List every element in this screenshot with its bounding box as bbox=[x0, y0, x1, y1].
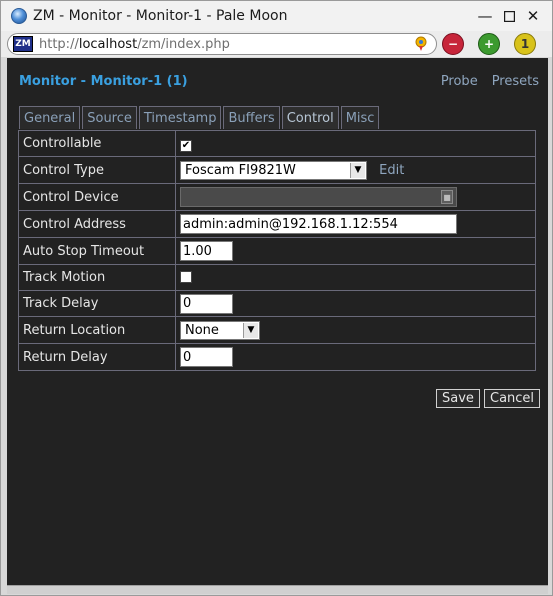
geolocation-icon[interactable] bbox=[412, 35, 430, 53]
auto-stop-timeout-input[interactable]: 1.00 bbox=[180, 241, 233, 261]
form-buttons: Save Cancel bbox=[7, 389, 548, 409]
row-control-type: Control Type Foscam FI9821W ▼ Edit bbox=[18, 156, 536, 184]
control-settings-table: Controllable ✔ Control Type Foscam FI982… bbox=[18, 130, 536, 371]
return-delay-cell: 0 bbox=[175, 343, 536, 371]
controllable-cell: ✔ bbox=[175, 130, 536, 157]
track-motion-checkbox[interactable] bbox=[180, 270, 192, 283]
control-type-cell: Foscam FI9821W ▼ Edit bbox=[175, 156, 536, 184]
auto-stop-timeout-label: Auto Stop Timeout bbox=[18, 237, 176, 265]
control-device-label: Control Device bbox=[18, 183, 176, 211]
tab-control[interactable]: Control bbox=[281, 106, 339, 129]
control-address-input[interactable]: admin:admin@192.168.1.12:554 bbox=[180, 214, 457, 234]
close-icon[interactable]: ✕ bbox=[522, 5, 544, 27]
title-bar: ZM - Monitor - Monitor-1 - Pale Moon — ✕ bbox=[1, 1, 552, 31]
url-text[interactable]: http://localhost/zm/index.php bbox=[39, 37, 412, 52]
row-controllable: Controllable ✔ bbox=[18, 130, 536, 157]
tab-misc[interactable]: Misc bbox=[340, 106, 380, 129]
row-control-device: Control Device ■ bbox=[18, 183, 536, 211]
return-location-label: Return Location bbox=[18, 316, 176, 344]
track-motion-label: Track Motion bbox=[18, 264, 176, 291]
tab-general[interactable]: General bbox=[19, 106, 81, 129]
tab-timestamp[interactable]: Timestamp bbox=[138, 106, 222, 129]
header-links: Probe Presets bbox=[441, 74, 539, 89]
tab-buffers[interactable]: Buffers bbox=[223, 106, 280, 129]
pale-moon-app-icon bbox=[11, 8, 27, 24]
tab-source[interactable]: Source bbox=[82, 106, 137, 129]
track-delay-label: Track Delay bbox=[18, 290, 176, 317]
chevron-down-icon: ▼ bbox=[243, 322, 258, 338]
zoom-out-icon[interactable]: − bbox=[442, 33, 464, 55]
presets-link[interactable]: Presets bbox=[492, 74, 539, 89]
status-bar bbox=[7, 585, 548, 594]
control-type-select[interactable]: Foscam FI9821W ▼ bbox=[180, 160, 367, 180]
row-track-delay: Track Delay 0 bbox=[18, 290, 536, 317]
site-favicon: ZM bbox=[13, 36, 33, 52]
row-control-address: Control Address admin:admin@192.168.1.12… bbox=[18, 210, 536, 238]
control-device-input[interactable]: ■ bbox=[180, 187, 457, 207]
row-track-motion: Track Motion bbox=[18, 264, 536, 291]
maximize-icon[interactable] bbox=[498, 5, 520, 27]
return-location-cell: None ▼ bbox=[175, 316, 536, 344]
minimize-icon[interactable]: — bbox=[474, 5, 496, 27]
cancel-button[interactable]: Cancel bbox=[484, 389, 541, 408]
save-button[interactable]: Save bbox=[436, 389, 480, 408]
chevron-down-icon: ▼ bbox=[350, 162, 365, 178]
track-delay-input[interactable]: 0 bbox=[180, 293, 233, 314]
control-type-value: Foscam FI9821W bbox=[185, 162, 296, 178]
navigation-toolbar: ZM http://localhost/zm/index.php − + 1 bbox=[1, 31, 552, 57]
controllable-checkbox[interactable]: ✔ bbox=[180, 140, 192, 152]
page-title: Monitor - Monitor-1 (1) bbox=[19, 74, 188, 89]
return-location-value: None bbox=[185, 322, 219, 338]
row-return-delay: Return Delay 0 bbox=[18, 343, 536, 371]
zoom-in-icon[interactable]: + bbox=[478, 33, 500, 55]
url-bar[interactable]: ZM http://localhost/zm/index.php bbox=[7, 33, 437, 55]
control-type-label: Control Type bbox=[18, 156, 176, 184]
controllable-label: Controllable bbox=[18, 130, 176, 157]
row-return-location: Return Location None ▼ bbox=[18, 316, 536, 344]
return-location-select[interactable]: None ▼ bbox=[180, 320, 260, 340]
contact-picker-icon: ■ bbox=[441, 190, 453, 204]
return-delay-input[interactable]: 0 bbox=[180, 347, 233, 367]
return-delay-label: Return Delay bbox=[18, 343, 176, 371]
zoom-reset-icon[interactable]: 1 bbox=[514, 33, 536, 55]
tab-bar: General Source Timestamp Buffers Control… bbox=[19, 106, 380, 129]
row-auto-stop-timeout: Auto Stop Timeout 1.00 bbox=[18, 237, 536, 265]
probe-link[interactable]: Probe bbox=[441, 74, 478, 89]
auto-stop-timeout-cell: 1.00 bbox=[175, 237, 536, 265]
browser-window: ZM - Monitor - Monitor-1 - Pale Moon — ✕… bbox=[0, 0, 553, 596]
window-title: ZM - Monitor - Monitor-1 - Pale Moon bbox=[33, 8, 288, 24]
page-content: Monitor - Monitor-1 (1) Probe Presets Ge… bbox=[7, 58, 548, 585]
track-delay-cell: 0 bbox=[175, 290, 536, 317]
track-motion-cell bbox=[175, 264, 536, 291]
page-header: Monitor - Monitor-1 (1) Probe Presets bbox=[19, 74, 539, 94]
control-device-cell: ■ bbox=[175, 183, 536, 211]
control-address-label: Control Address bbox=[18, 210, 176, 238]
control-address-cell: admin:admin@192.168.1.12:554 bbox=[175, 210, 536, 238]
control-type-edit-link[interactable]: Edit bbox=[379, 163, 404, 178]
